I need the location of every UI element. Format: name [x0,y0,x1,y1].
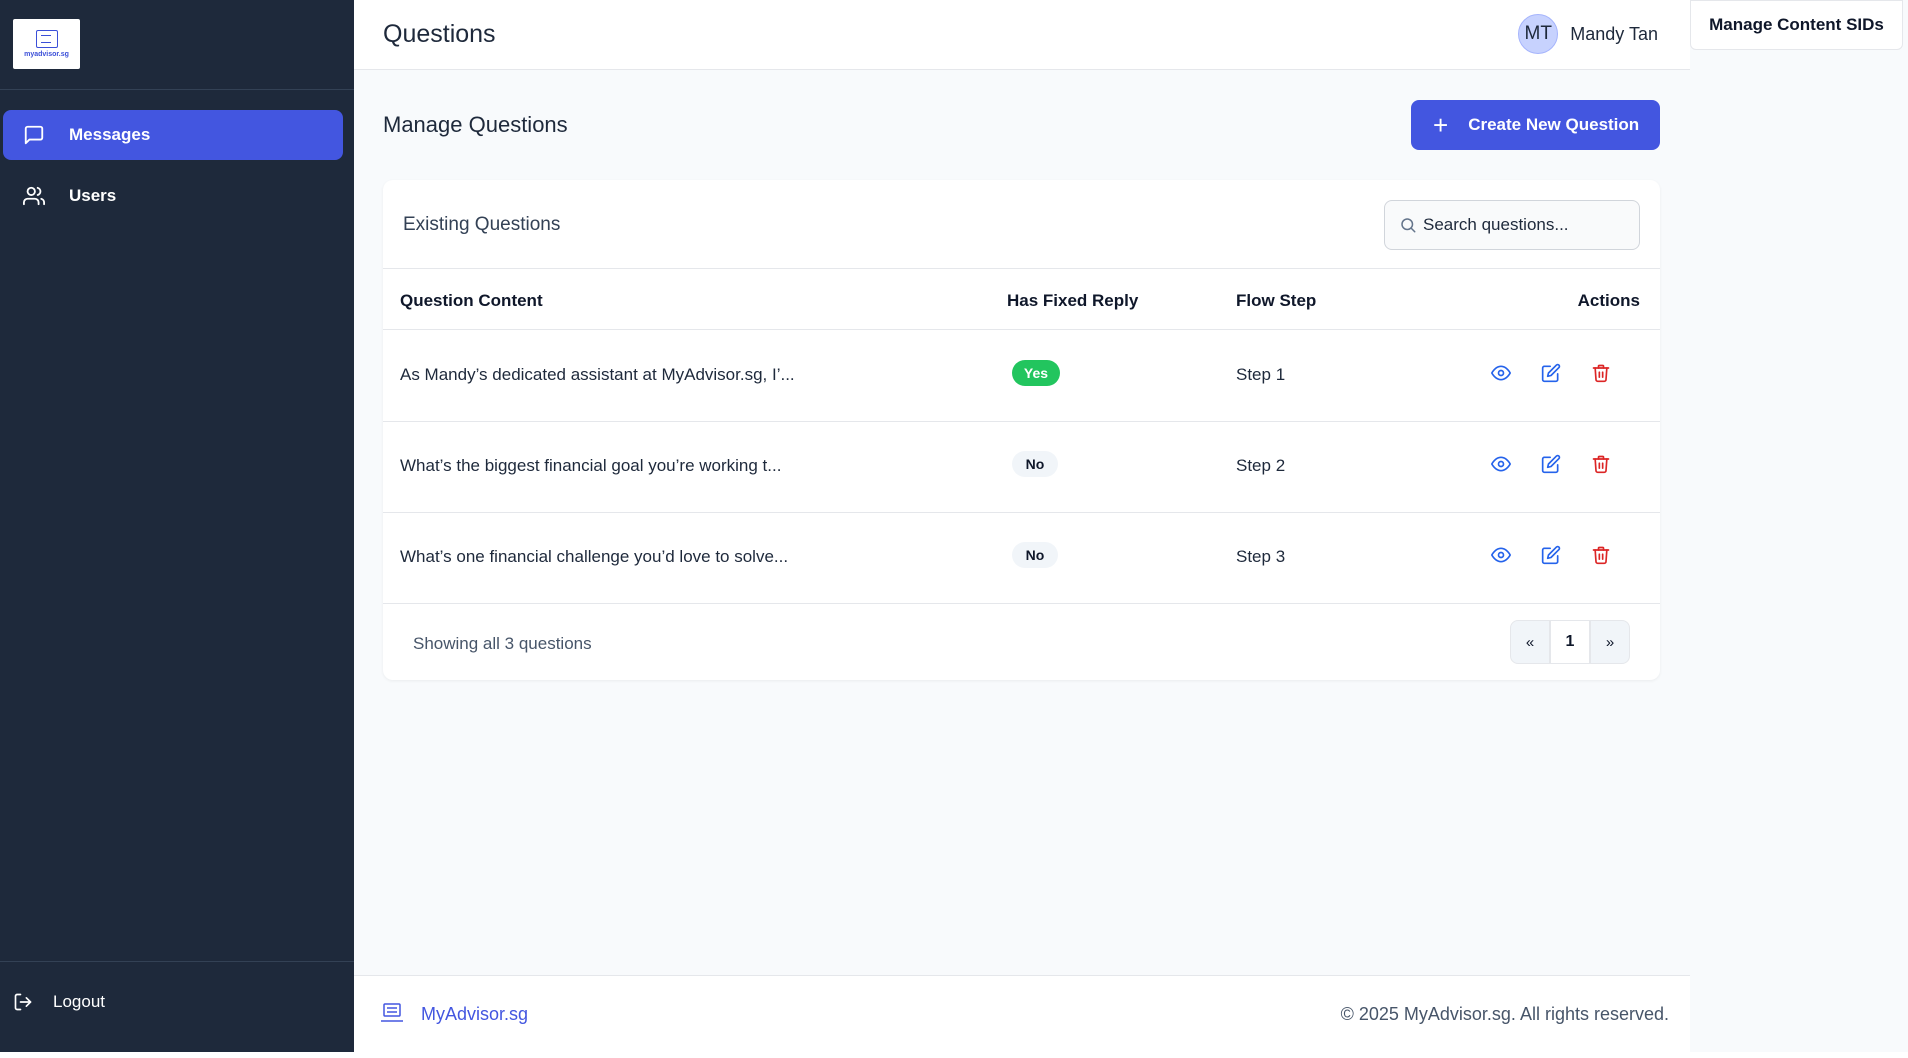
flow-step-cell: Step 2 [1236,456,1286,475]
plus-icon: + [1433,110,1449,140]
top-header: Questions MT Mandy Tan [354,0,1690,70]
right-panel: Manage Content SIDs [1690,0,1908,1058]
logo-text: myadvisor.sg [24,51,69,58]
logout-label: Logout [53,992,105,1011]
trash-icon [1592,546,1610,565]
edit-button[interactable] [1539,361,1563,385]
divider [383,512,1660,513]
edit-icon [1541,454,1561,474]
edit-button[interactable] [1539,452,1563,476]
footer: MyAdvisor.sg © 2025 MyAdvisor.sg. All ri… [354,975,1690,1052]
create-question-button[interactable]: + Create New Question [1411,100,1660,150]
question-content-cell: What’s the biggest financial goal you’re… [400,456,782,475]
delete-button[interactable] [1589,543,1613,567]
app-logo[interactable]: myadvisor.sg [13,19,80,69]
logout-icon [14,993,32,1011]
divider [383,603,1660,604]
card-title: Existing Questions [403,214,561,235]
avatar: MT [1518,14,1559,54]
search-icon [1401,218,1416,233]
fixed-reply-badge: No [1012,451,1058,477]
pagination-prev-button[interactable]: « [1510,620,1550,664]
pagination-next-button[interactable]: » [1590,620,1630,664]
edit-icon [1541,545,1561,565]
edit-icon [1541,363,1561,383]
flow-step-cell: Step 1 [1236,365,1286,384]
sidebar-divider [0,961,354,962]
eye-icon [1491,547,1511,563]
page-title: Questions [383,20,496,48]
eye-icon [1491,456,1511,472]
manage-content-sids-button[interactable]: Manage Content SIDs [1690,0,1903,50]
sidebar-item-users[interactable]: Users [3,171,343,221]
search-input[interactable] [1423,215,1623,235]
logo-mark-icon [35,30,58,48]
fixed-reply-badge: Yes [1012,360,1060,386]
logout-button[interactable]: Logout [13,992,105,1012]
users-icon [23,186,45,206]
eye-icon [1491,365,1511,381]
flow-step-cell: Step 3 [1236,547,1286,566]
delete-button[interactable] [1589,361,1613,385]
sidebar: myadvisor.sg Messages Users Logout [0,0,354,1052]
message-square-icon [24,125,44,145]
footer-brand-link[interactable]: MyAdvisor.sg [421,1004,528,1025]
brand-logo-icon [381,1003,403,1022]
user-name: Mandy Tan [1570,23,1658,44]
divider [383,421,1660,422]
create-question-label: Create New Question [1468,115,1640,134]
sidebar-divider [0,89,354,90]
sidebar-item-label: Messages [69,125,151,144]
view-button[interactable] [1489,543,1513,567]
fixed-reply-badge: No [1012,542,1058,568]
view-button[interactable] [1489,452,1513,476]
pagination-page-button[interactable]: 1 [1550,620,1590,664]
trash-icon [1592,455,1610,474]
divider [383,268,1660,269]
question-content-cell: What’s one financial challenge you’d lov… [400,547,789,566]
bottom-strip [0,1052,1908,1058]
trash-icon [1592,364,1610,383]
edit-button[interactable] [1539,543,1563,567]
delete-button[interactable] [1589,452,1613,476]
user-menu[interactable]: MT Mandy Tan [1518,14,1658,54]
pagination: « 1 » [1510,620,1630,664]
column-header-actions: Actions [1577,291,1640,310]
search-box[interactable] [1384,200,1640,250]
divider [383,329,1660,330]
column-header-has-fixed-reply[interactable]: Has Fixed Reply [1007,291,1138,311]
sidebar-item-label: Users [69,186,117,205]
column-header-question-content[interactable]: Question Content [400,291,543,311]
showing-count-text: Showing all 3 questions [413,634,592,653]
copyright-text: © 2025 MyAdvisor.sg. All rights reserved… [1340,1004,1669,1024]
view-button[interactable] [1489,361,1513,385]
column-header-flow-step[interactable]: Flow Step [1236,291,1316,311]
section-title: Manage Questions [383,112,568,137]
questions-card: Existing Questions Question Content Has … [383,180,1660,680]
question-content-cell: As Mandy’s dedicated assistant at MyAdvi… [400,365,795,384]
sidebar-item-messages[interactable]: Messages [3,110,343,160]
